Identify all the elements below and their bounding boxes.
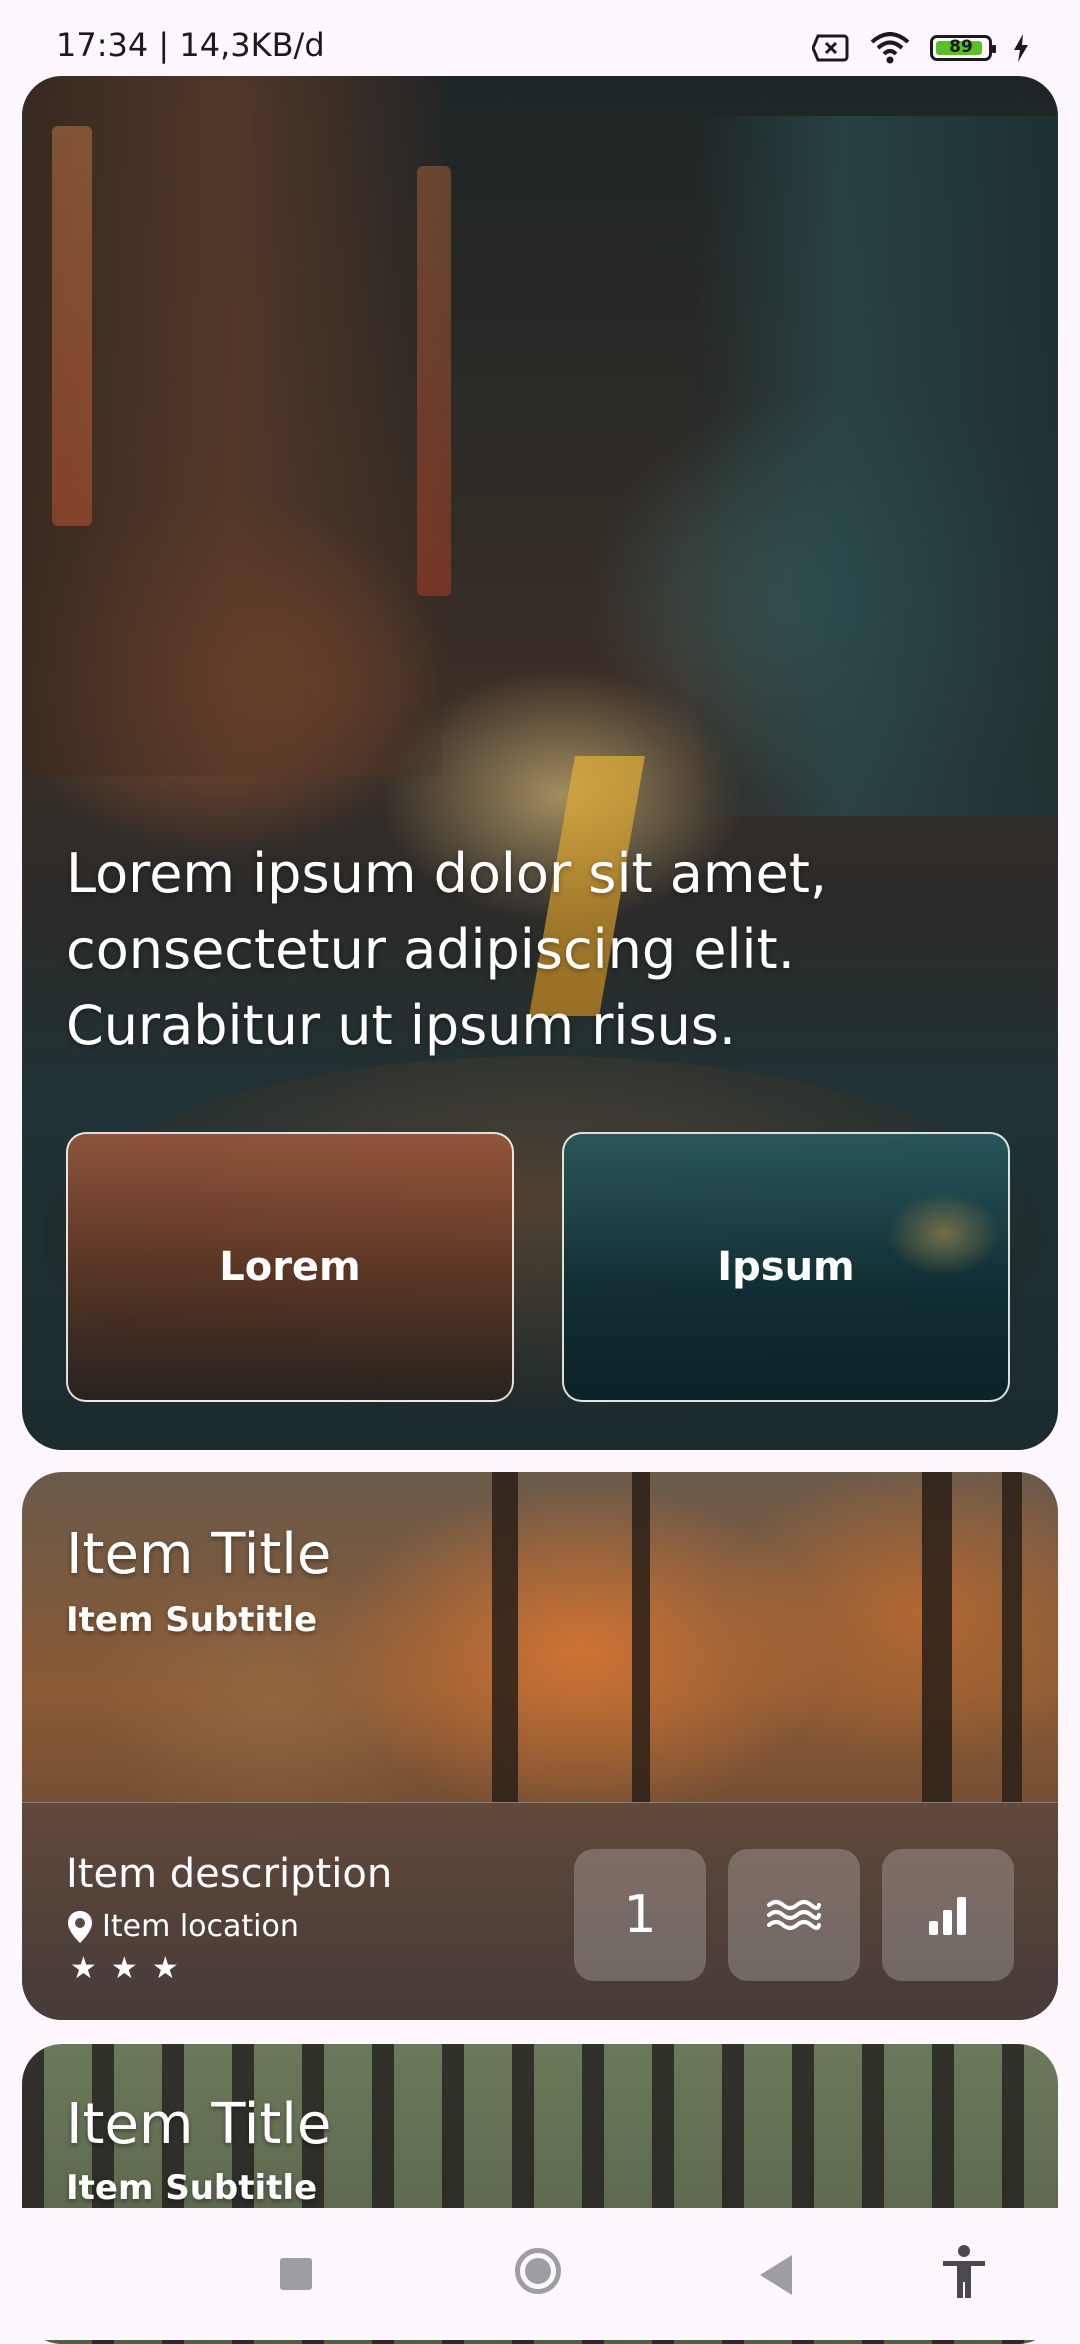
item-title: Item Title <box>66 1522 332 1587</box>
status-icons: 89 <box>812 28 1030 68</box>
star-icon: ★ <box>70 1952 97 1985</box>
hero-background-right <box>698 116 1058 816</box>
item-description: Item description <box>66 1851 393 1897</box>
navigation-bar <box>0 2208 1080 2340</box>
hero-text: Lorem ipsum dolor sit amet, consectetur … <box>66 842 828 1057</box>
item-location: Item location <box>102 1909 299 1944</box>
back-icon[interactable] <box>760 2255 792 2295</box>
neon-sign-center <box>417 166 451 596</box>
recents-icon[interactable] <box>280 2258 312 2290</box>
hero-card: Lorem ipsum dolor sit amet, consectetur … <box>22 76 1058 1450</box>
accessibility-icon[interactable] <box>940 2244 988 2300</box>
star-icon: ★ <box>151 1952 179 1985</box>
sim-off-icon <box>812 34 849 62</box>
home-icon[interactable] <box>515 2248 561 2294</box>
item-location-row: Item location <box>66 1909 299 1944</box>
tile-count[interactable]: 1 <box>574 1849 706 1981</box>
waves-icon <box>767 1900 821 1930</box>
tree-trunk <box>632 1472 650 1802</box>
ipsum-button[interactable]: Ipsum <box>562 1132 1010 1402</box>
tile-signal[interactable] <box>882 1849 1014 1981</box>
status-time-speed: 17:34 | 14,3KB/d <box>56 26 325 64</box>
battery-icon: 89 <box>930 35 996 61</box>
star-icon: ★ <box>110 1952 138 1985</box>
tree-trunk <box>1002 1472 1022 1802</box>
item-subtitle: Item Subtitle <box>66 1600 318 1640</box>
item-subtitle: Item Subtitle <box>66 2168 318 2208</box>
lorem-button[interactable]: Lorem <box>66 1132 514 1402</box>
location-pin-icon <box>68 1910 92 1943</box>
rating-stars: ★ ★ ★ <box>70 1951 179 1986</box>
wifi-icon <box>870 32 910 64</box>
item-title: Item Title <box>66 2092 332 2157</box>
tree-trunk <box>492 1472 518 1802</box>
neon-sign-left <box>52 126 92 526</box>
tile-waves[interactable] <box>728 1849 860 1981</box>
status-bar: 17:34 | 14,3KB/d 89 <box>0 0 1080 76</box>
charging-bolt-icon <box>1014 34 1028 62</box>
battery-cap <box>992 45 996 53</box>
item-footer: Item description Item location ★ ★ ★ 1 <box>22 1802 1058 2020</box>
tree-trunk <box>922 1472 952 1802</box>
signal-bars-icon <box>929 1897 966 1935</box>
battery-level: 89 <box>949 37 973 57</box>
item-card[interactable]: Item Title Item Subtitle Item descriptio… <box>22 1472 1058 2020</box>
